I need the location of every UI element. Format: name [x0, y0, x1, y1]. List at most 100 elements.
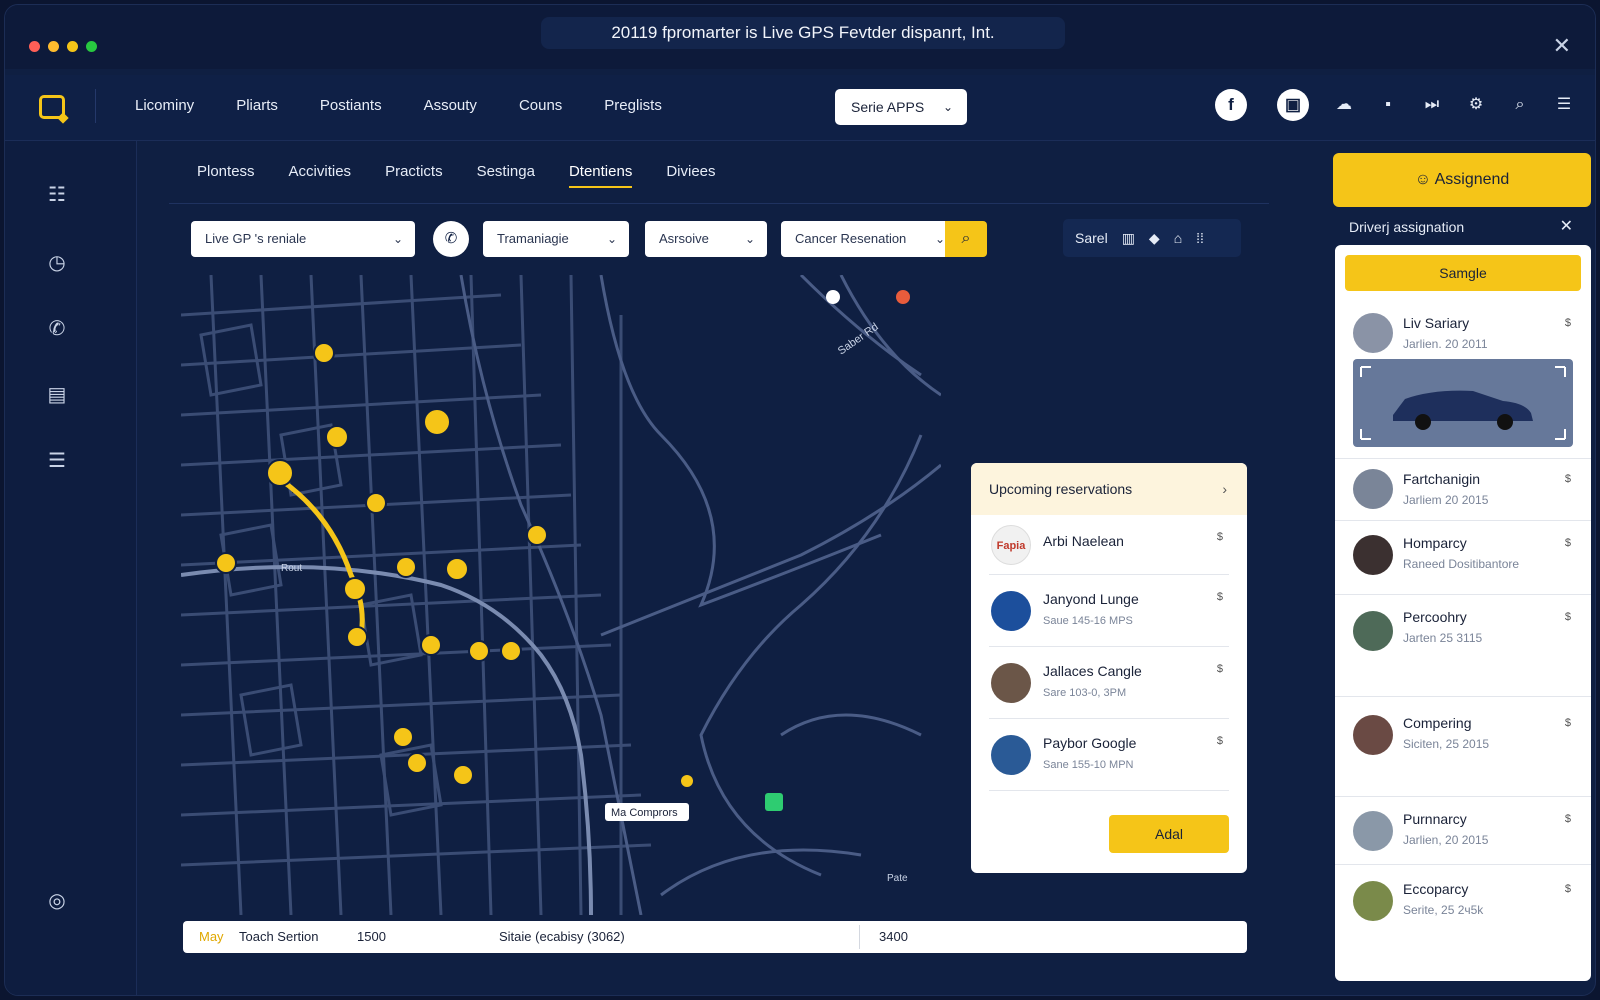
view-label[interactable]: Sarel — [1075, 230, 1108, 246]
vehicle-marker[interactable] — [325, 425, 349, 449]
briefcase-icon[interactable]: ▣ — [1277, 89, 1309, 121]
nav-item-preglists[interactable]: Preglists — [604, 97, 662, 114]
tab-dtentiens[interactable]: Dtentiens — [568, 163, 633, 188]
avatar — [1353, 611, 1393, 651]
chevron-down-icon: ⌄ — [744, 232, 755, 246]
tab-divider — [169, 203, 1269, 204]
skip-icon[interactable]: ⏭ — [1423, 96, 1441, 114]
poi-marker-red[interactable] — [896, 290, 910, 304]
status-filter[interactable]: Asrsoive ⌄ — [645, 221, 767, 257]
vehicle-marker[interactable] — [452, 764, 474, 786]
vehicle-marker[interactable] — [423, 408, 451, 436]
map-view[interactable]: Ma Comprors Pate Saber Rd Rout — [181, 275, 941, 915]
app-logo-icon[interactable] — [39, 95, 65, 119]
vehicle-marker[interactable] — [346, 626, 368, 648]
driver-name: Homparcy — [1403, 535, 1467, 551]
layers-icon[interactable]: ◆ — [1149, 230, 1160, 247]
tab-plontess[interactable]: Plontess — [197, 163, 255, 188]
driver-row[interactable]: Fartchanigin Jarliem 20 2015 $ — [1335, 459, 1591, 521]
gear-icon[interactable]: ⚙ — [1467, 96, 1485, 114]
type-filter[interactable]: Tramaniagie ⌄ — [483, 221, 629, 257]
minimize-dot[interactable] — [48, 41, 59, 52]
document-icon[interactable]: ☰ — [45, 449, 69, 473]
driver-row[interactable]: Purnnarcy Jarlien, 20 2015 $ — [1335, 797, 1591, 865]
facebook-icon[interactable]: f — [1215, 89, 1247, 121]
driver-row[interactable]: Compering Siciten, 25 2015 $ — [1335, 697, 1591, 797]
dollar-icon: $ — [1564, 537, 1571, 549]
reservation-row[interactable]: Fapia Arbi Naelean $ — [989, 515, 1229, 575]
camera-icon[interactable]: ◎ — [45, 889, 69, 913]
nav-item-couns[interactable]: Couns — [519, 97, 562, 114]
nav-item-assouty[interactable]: Assouty — [424, 97, 477, 114]
phone-icon[interactable]: ✆ — [45, 317, 69, 341]
close-dot[interactable] — [29, 41, 40, 52]
badge-icon[interactable]: ▤ — [45, 383, 69, 407]
view-toolbar: Sarel ▥ ◆ ⌂ ⁞⁞ — [1063, 219, 1241, 257]
green-pin-icon[interactable] — [765, 793, 783, 811]
sample-button[interactable]: Samgle — [1345, 255, 1581, 291]
search-icon[interactable]: ⌕ — [1511, 96, 1529, 114]
reservation-row[interactable]: Jallaces Cangle Sare 103-0, 3PM $ — [989, 647, 1229, 719]
home-icon[interactable]: ⌂ — [1174, 230, 1182, 246]
vehicle-marker[interactable] — [445, 557, 469, 581]
extra-dot[interactable] — [67, 41, 78, 52]
vehicle-marker[interactable] — [406, 752, 428, 774]
vehicle-marker[interactable] — [526, 524, 548, 546]
top-navigation: Licominy Pliarts Postiants Assouty Couns… — [5, 75, 1595, 141]
reservation-row[interactable]: Paybor Google Sane 155-10 MPN $ — [989, 719, 1229, 791]
reservation-name: Arbi Naelean — [1043, 533, 1124, 549]
clock-icon[interactable]: ◷ — [45, 251, 69, 275]
driver-row[interactable]: Percoohry Jarten 25 3115 $ — [1335, 595, 1591, 697]
driver-list-panel: Samgle Liv Sariary Jarlien. 20 2011 $ Fa… — [1335, 245, 1591, 981]
clipboard-icon[interactable]: ▪ — [1379, 96, 1397, 114]
add-button[interactable]: Adal — [1109, 815, 1229, 853]
vehicle-marker[interactable] — [343, 577, 367, 601]
poi-marker[interactable] — [826, 290, 840, 304]
reservation-time: Sane 155-10 MPN — [1043, 759, 1134, 771]
vehicle-marker[interactable] — [500, 640, 522, 662]
phone-filter-icon[interactable]: ✆ — [433, 221, 469, 257]
status-section: Toach Sertion — [239, 929, 319, 944]
vehicle-marker[interactable] — [392, 726, 414, 748]
chevron-right-icon[interactable]: › — [1222, 463, 1227, 515]
notes-icon[interactable]: ☰ — [1555, 96, 1573, 114]
driver-date: Raneed Dositibantore — [1403, 557, 1520, 571]
vehicle-image[interactable] — [1353, 359, 1573, 447]
nav-item-postiants[interactable]: Postiants — [320, 97, 382, 114]
apps-select[interactable]: Serie APPS ⌄ — [835, 89, 967, 125]
vehicle-marker[interactable] — [266, 459, 294, 487]
dollar-icon: $ — [1564, 813, 1571, 825]
vehicle-marker[interactable] — [395, 556, 417, 578]
main-menu: Licominy Pliarts Postiants Assouty Couns… — [135, 97, 662, 114]
upcoming-header[interactable]: Upcoming reservations › — [971, 463, 1247, 515]
grid-icon[interactable]: ⁞⁞ — [1196, 230, 1204, 246]
tab-accivities[interactable]: Accivities — [289, 163, 352, 188]
vehicle-marker[interactable] — [420, 634, 442, 656]
columns-icon[interactable]: ▥ — [1122, 230, 1135, 247]
close-icon[interactable]: ✕ — [1560, 213, 1573, 241]
tab-sestinga[interactable]: Sestinga — [477, 163, 535, 188]
driver-row[interactable]: Eccoparcy Serite, 25 2ч5k $ — [1335, 865, 1591, 945]
reservation-filter[interactable]: Cancer Resenation ⌄ — [781, 221, 957, 257]
maximize-dot[interactable] — [86, 41, 97, 52]
tab-diviees[interactable]: Diviees — [666, 163, 715, 188]
driver-name: Liv Sariary — [1403, 315, 1470, 331]
cloud-icon[interactable]: ☁ — [1335, 96, 1353, 114]
list-icon[interactable]: ☷ — [45, 183, 69, 207]
close-icon[interactable]: ✕ — [1553, 33, 1571, 59]
poi-marker-small[interactable] — [681, 775, 693, 787]
vehicle-marker[interactable] — [215, 552, 237, 574]
driver-row[interactable]: Homparcy Raneed Dositibantore $ — [1335, 521, 1591, 595]
reservation-row[interactable]: Janyond Lunge Saue 145-16 MPS $ — [989, 575, 1229, 647]
nav-item-pliarts[interactable]: Pliarts — [236, 97, 278, 114]
vehicle-marker[interactable] — [468, 640, 490, 662]
vehicle-marker[interactable] — [313, 342, 335, 364]
location-filter[interactable]: Live GP 's reniale ⌄ — [191, 221, 415, 257]
nav-item-licominy[interactable]: Licominy — [135, 97, 194, 114]
driver-row[interactable]: Liv Sariary Jarlien. 20 2011 $ — [1335, 301, 1591, 459]
search-button[interactable]: ⌕ — [945, 221, 987, 257]
vehicle-marker[interactable] — [365, 492, 387, 514]
assign-button[interactable]: ☺ Assignend — [1333, 153, 1591, 207]
tab-practicts[interactable]: Practicts — [385, 163, 443, 188]
avatar — [991, 663, 1031, 703]
